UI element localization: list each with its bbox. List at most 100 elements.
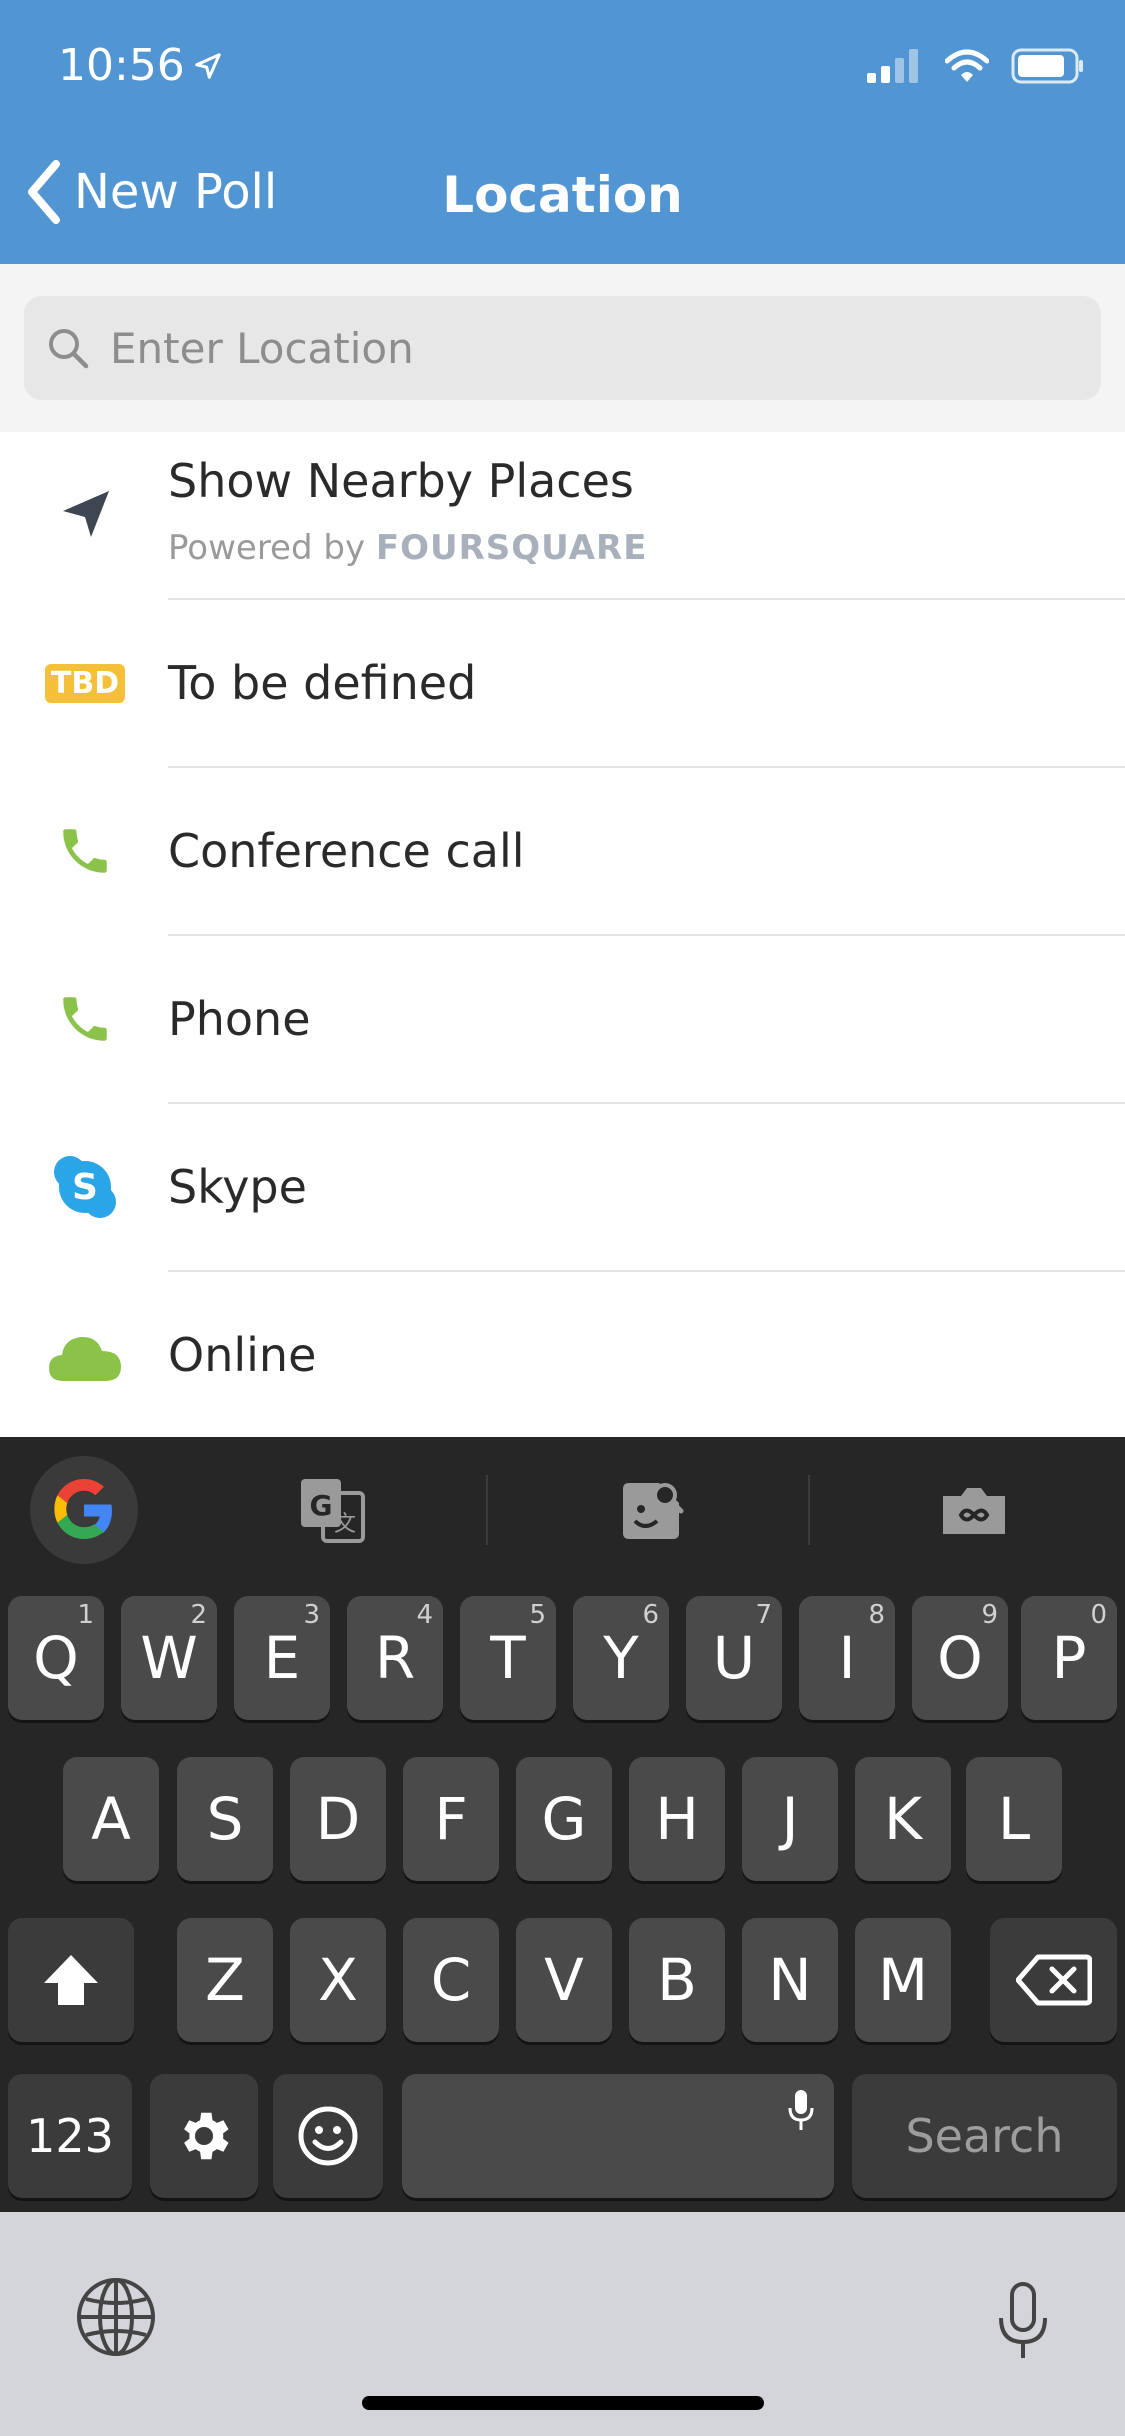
list-item-conference-call[interactable]: Conference call — [0, 768, 1125, 936]
gif-button[interactable] — [934, 1470, 1014, 1550]
key-label: G — [541, 1785, 587, 1853]
key-hint: 9 — [981, 1600, 998, 1630]
key-label: B — [657, 1946, 697, 2014]
list-item-label: Phone — [168, 992, 311, 1046]
key-label: F — [434, 1785, 468, 1853]
space-key[interactable] — [402, 2074, 834, 2198]
key-label: X — [318, 1946, 358, 2014]
key-label: J — [781, 1785, 799, 1853]
key-w[interactable]: W2 — [121, 1596, 217, 1720]
key-x[interactable]: X — [290, 1918, 386, 2042]
key-t[interactable]: T5 — [460, 1596, 556, 1720]
key-label: Z — [205, 1946, 245, 2014]
list-item-label: Show Nearby Places — [168, 454, 634, 508]
emoji-icon — [298, 2106, 358, 2166]
list-item-label: Online — [168, 1328, 317, 1382]
shift-key[interactable] — [8, 1918, 134, 2042]
status-icons — [867, 48, 1085, 84]
key-label: N — [768, 1946, 812, 2014]
key-hint: 8 — [868, 1600, 885, 1630]
key-u[interactable]: U7 — [686, 1596, 782, 1720]
key-d[interactable]: D — [290, 1757, 386, 1881]
list-item-online[interactable]: Online — [0, 1272, 1125, 1437]
foursquare-logo: FOURSQUARE — [375, 528, 648, 568]
translate-button[interactable]: G 文 — [292, 1470, 372, 1550]
key-g[interactable]: G — [516, 1757, 612, 1881]
key-p[interactable]: P0 — [1021, 1596, 1117, 1720]
google-button[interactable] — [30, 1456, 138, 1564]
status-time: 10:56 — [58, 40, 223, 91]
settings-key[interactable] — [150, 2074, 258, 2198]
microphone-icon — [788, 2090, 814, 2130]
key-label: R — [374, 1624, 416, 1692]
wifi-icon — [945, 49, 989, 82]
sticker-search-icon — [623, 1483, 684, 1539]
battery-icon — [1011, 48, 1083, 84]
google-logo-icon — [54, 1479, 112, 1539]
cellular-signal-icon — [867, 49, 918, 83]
key-label: U — [712, 1624, 756, 1692]
key-hint: 5 — [529, 1600, 546, 1630]
key-b[interactable]: B — [629, 1918, 725, 2042]
key-label: Y — [603, 1624, 639, 1692]
backspace-icon — [1015, 1954, 1092, 2006]
tbd-icon-text: TBD — [44, 663, 126, 703]
key-k[interactable]: K — [855, 1757, 951, 1881]
key-label: 123 — [26, 2109, 114, 2163]
key-y[interactable]: Y6 — [573, 1596, 669, 1720]
key-j[interactable]: J — [742, 1757, 838, 1881]
key-label: Q — [33, 1624, 79, 1692]
key-i[interactable]: I8 — [799, 1596, 895, 1720]
skype-icon: S — [40, 1142, 130, 1232]
key-label: S — [206, 1785, 244, 1853]
tbd-icon: TBD — [40, 638, 130, 728]
key-label: M — [877, 1946, 929, 2014]
gif-icon — [943, 1488, 1005, 1534]
key-c[interactable]: C — [403, 1918, 499, 2042]
key-label: T — [490, 1624, 526, 1692]
location-search-input[interactable] — [90, 322, 1072, 374]
key-label: O — [937, 1624, 983, 1692]
key-v[interactable]: V — [516, 1918, 612, 2042]
list-item-label: To be defined — [168, 656, 477, 710]
home-indicator — [362, 2396, 764, 2410]
dictation-button[interactable] — [995, 2280, 1051, 2366]
key-s[interactable]: S — [177, 1757, 273, 1881]
sticker-search-button[interactable] — [612, 1470, 692, 1550]
list-item-nearby-places[interactable]: Show Nearby Places Powered by FOURSQUARE — [0, 432, 1125, 600]
list-item-label: Conference call — [168, 824, 525, 878]
shift-icon — [44, 1955, 98, 2005]
backspace-key[interactable] — [990, 1918, 1117, 2042]
emoji-key[interactable] — [273, 2074, 383, 2198]
key-z[interactable]: Z — [177, 1918, 273, 2042]
key-hint: 4 — [416, 1600, 433, 1630]
list-item-phone[interactable]: Phone — [0, 936, 1125, 1104]
key-l[interactable]: L — [966, 1757, 1062, 1881]
gear-icon — [184, 2112, 229, 2160]
list-item-skype[interactable]: S Skype — [0, 1104, 1125, 1272]
key-label: K — [883, 1785, 923, 1853]
page-title: Location — [442, 166, 683, 224]
key-label: H — [655, 1785, 699, 1853]
search-key[interactable]: Search — [852, 2074, 1117, 2198]
key-label: W — [140, 1624, 198, 1692]
key-f[interactable]: F — [403, 1757, 499, 1881]
key-q[interactable]: Q1 — [8, 1596, 104, 1720]
key-hint: 0 — [1090, 1600, 1107, 1630]
numbers-key[interactable]: 123 — [8, 2074, 132, 2198]
key-e[interactable]: E3 — [234, 1596, 330, 1720]
key-n[interactable]: N — [742, 1918, 838, 2042]
location-services-icon — [195, 52, 221, 79]
key-label: V — [544, 1946, 584, 2014]
phone-icon — [40, 974, 130, 1064]
key-a[interactable]: A — [63, 1757, 159, 1881]
globe-button[interactable] — [74, 2275, 158, 2363]
key-h[interactable]: H — [629, 1757, 725, 1881]
search-box[interactable] — [24, 296, 1101, 400]
key-o[interactable]: O9 — [912, 1596, 1008, 1720]
svg-text:G: G — [310, 1489, 333, 1522]
list-item-to-be-defined[interactable]: TBD To be defined — [0, 600, 1125, 768]
key-label: I — [838, 1624, 856, 1692]
key-m[interactable]: M — [855, 1918, 951, 2042]
key-r[interactable]: R4 — [347, 1596, 443, 1720]
